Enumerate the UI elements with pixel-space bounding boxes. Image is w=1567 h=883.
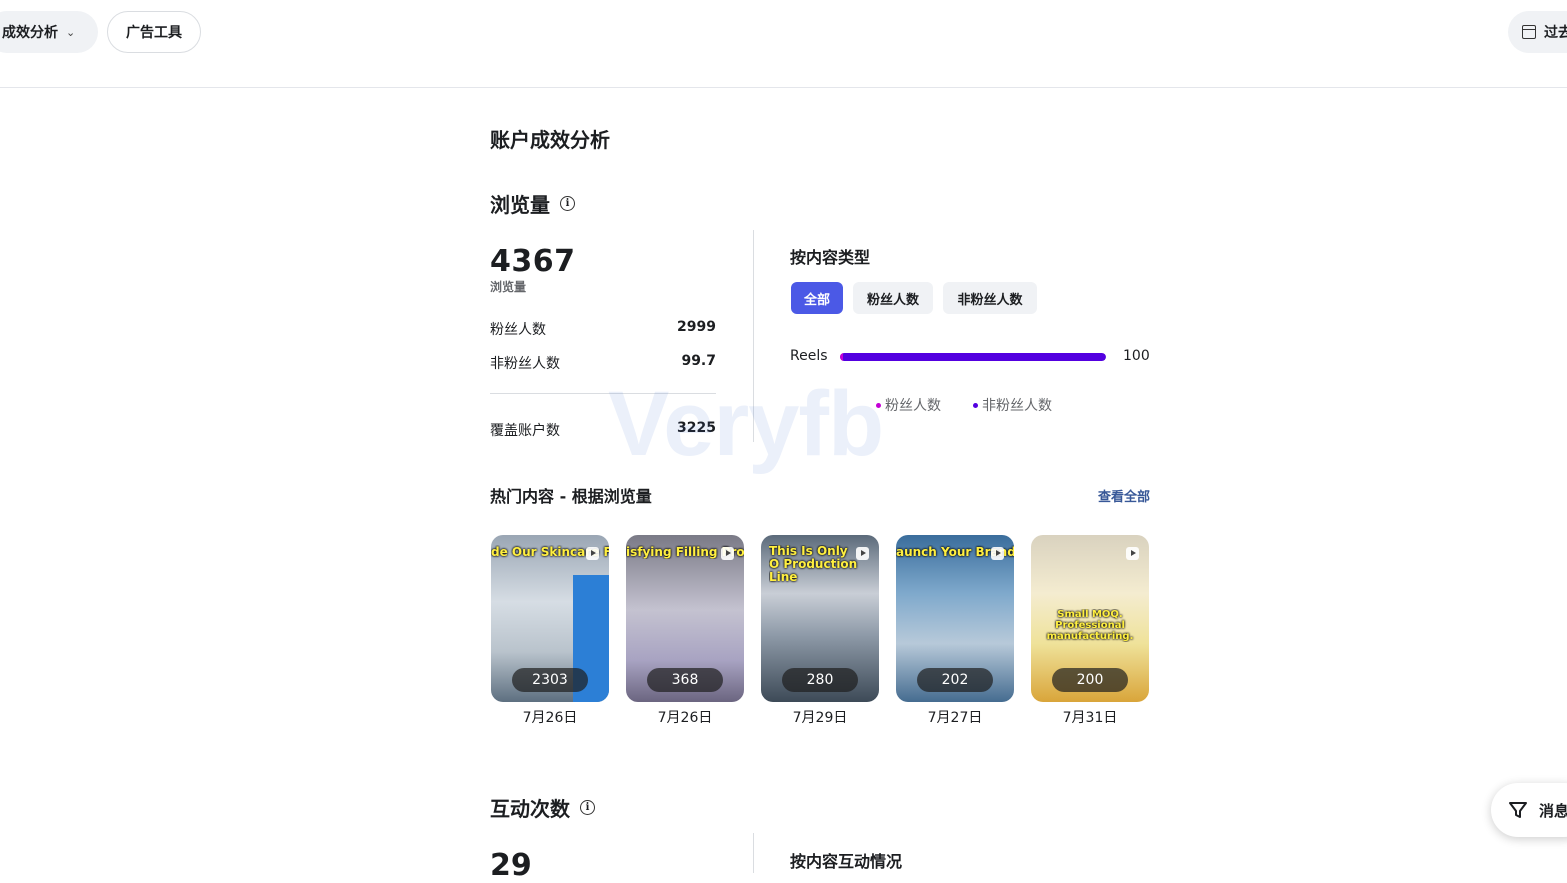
legend-followers-label: 粉丝人数: [885, 398, 941, 414]
legend-followers: 粉丝人数: [876, 395, 941, 415]
reels-bar-fill: [840, 353, 1106, 361]
view-count-badge: 200: [1052, 668, 1128, 692]
interactions-title: 互动次数: [490, 797, 570, 821]
ad-tools-label: 广告工具: [126, 25, 182, 41]
top-content-title: 热门内容 - 根据浏览量: [490, 487, 652, 506]
followers-row: 粉丝人数 2999: [490, 319, 716, 339]
tab-all[interactable]: 全部: [791, 282, 843, 314]
reach-label: 覆盖账户数: [490, 423, 560, 439]
performance-dropdown[interactable]: 成效分析 ⌄: [0, 11, 98, 53]
messages-label: 消息: [1539, 801, 1567, 820]
content-date-4: 7月27日: [927, 710, 983, 726]
views-total: 4367: [490, 244, 576, 279]
page-title: 账户成效分析: [490, 128, 610, 152]
reach-row: 覆盖账户数 3225: [490, 420, 716, 440]
followers-value: 2999: [677, 319, 716, 335]
reach-value: 3225: [677, 420, 716, 436]
non-followers-value: 99.7: [681, 353, 716, 369]
info-icon[interactable]: i: [580, 800, 595, 815]
view-count-badge: 2303: [512, 668, 588, 692]
date-range-button[interactable]: 过去: [1508, 11, 1567, 53]
views-total-label: 浏览量: [490, 280, 527, 294]
reel-icon: [991, 547, 1004, 560]
performance-label: 成效分析: [2, 25, 58, 41]
messages-button[interactable]: 消息: [1491, 783, 1567, 837]
reels-bar: [840, 353, 1106, 361]
followers-label: 粉丝人数: [490, 322, 546, 338]
view-count-badge: 202: [917, 668, 993, 692]
interactions-total: 29: [490, 848, 532, 883]
reels-label: Reels: [790, 348, 828, 364]
views-heading: 浏览量 i: [490, 189, 575, 218]
see-all-link[interactable]: 查看全部: [1098, 486, 1150, 505]
date-range-label: 过去: [1544, 25, 1567, 41]
reels-value: 100: [1123, 348, 1150, 364]
legend-dot: [973, 402, 978, 408]
non-followers-label: 非粉丝人数: [490, 356, 560, 372]
reels-bar-followers-segment: [840, 353, 843, 361]
by-content-interaction-title: 按内容互动情况: [790, 852, 903, 871]
content-thumbnail-3[interactable]: This Is Only O Production Line 280: [761, 535, 879, 702]
views-title: 浏览量: [490, 193, 550, 217]
content-date-3: 7月29日: [792, 710, 848, 726]
legend-dot: [876, 402, 881, 408]
content-thumbnail-5[interactable]: Small MOQ. Professional manufacturing. 2…: [1031, 535, 1149, 702]
filter-icon: [1509, 802, 1527, 818]
content-thumbnail-4[interactable]: aunch Your Brand – MOQ 202: [896, 535, 1014, 702]
vertical-divider: [753, 833, 754, 873]
thumbnail-caption: Small MOQ. Professional manufacturing.: [1046, 609, 1134, 642]
content-thumbnail-1[interactable]: de Our Skincare Fact 2303: [491, 535, 609, 702]
divider: [490, 393, 716, 394]
by-content-type-title: 按内容类型: [790, 248, 871, 267]
ad-tools-button[interactable]: 广告工具: [107, 11, 201, 53]
info-icon[interactable]: i: [560, 196, 575, 211]
thumbnail-caption: This Is Only O Production Line: [769, 545, 858, 584]
chevron-down-icon: ⌄: [66, 25, 76, 39]
legend-non-followers: 非粉丝人数: [973, 395, 1052, 415]
view-count-badge: 280: [782, 668, 858, 692]
view-count-badge: 368: [647, 668, 723, 692]
reel-icon: [721, 547, 734, 560]
non-followers-row: 非粉丝人数 99.7: [490, 353, 716, 373]
content-date-5: 7月31日: [1062, 710, 1118, 726]
reel-icon: [1126, 547, 1139, 560]
content-thumbnail-2[interactable]: isfying Filling Proc 368: [626, 535, 744, 702]
vertical-divider: [753, 230, 754, 442]
interactions-heading: 互动次数 i: [490, 793, 595, 822]
content-date-1: 7月26日: [522, 710, 578, 726]
legend-non-followers-label: 非粉丝人数: [982, 398, 1052, 414]
calendar-icon: [1522, 25, 1536, 39]
content-date-2: 7月26日: [657, 710, 713, 726]
tab-non-followers[interactable]: 非粉丝人数: [943, 282, 1037, 314]
reel-icon: [856, 547, 869, 560]
reel-icon: [586, 547, 599, 560]
tab-followers[interactable]: 粉丝人数: [853, 282, 933, 314]
top-bar: 成效分析 ⌄ 广告工具 过去: [0, 0, 1567, 88]
